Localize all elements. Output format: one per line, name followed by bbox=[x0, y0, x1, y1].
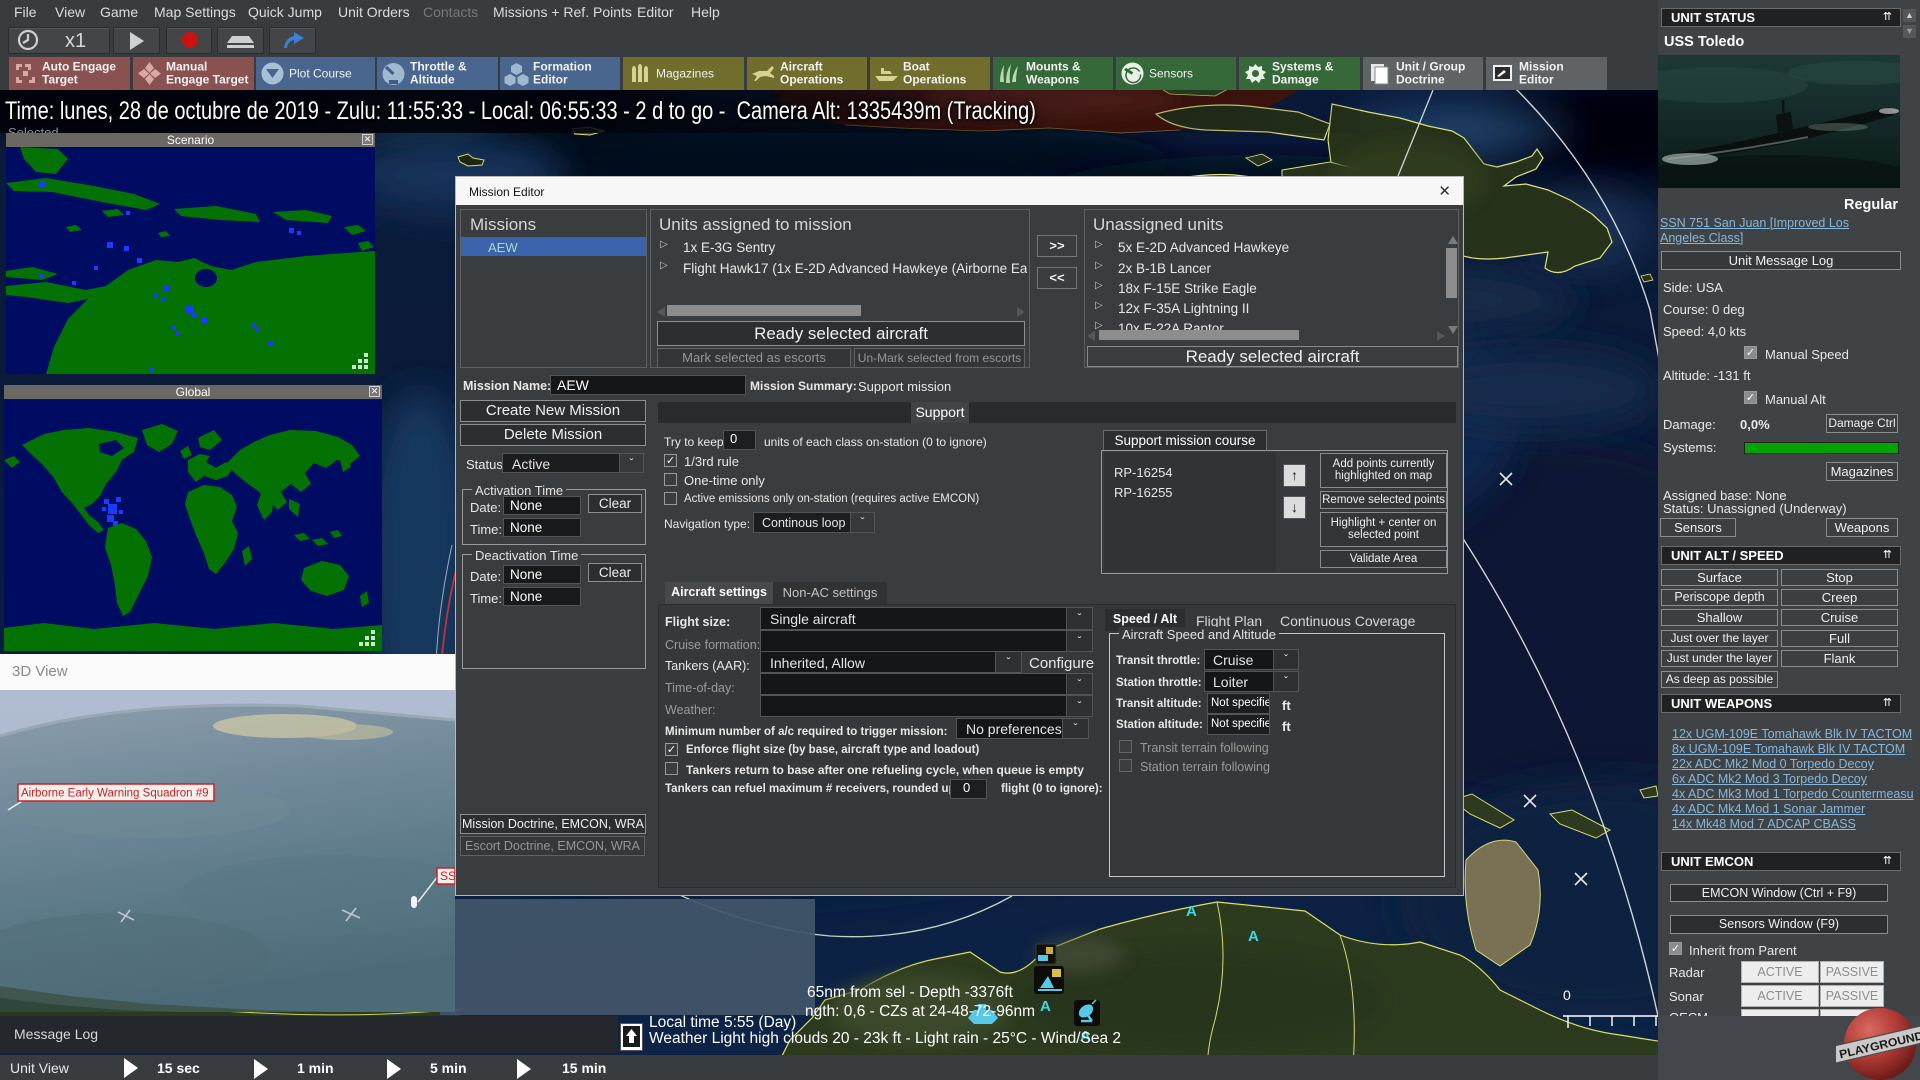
svg-text:Weather Light high clouds 20 -: Weather Light high clouds 20 - 23k ft - … bbox=[649, 1030, 1121, 1047]
svg-text:0: 0 bbox=[1563, 987, 1571, 1003]
svg-text:x1: x1 bbox=[65, 30, 86, 52]
svg-text:A: A bbox=[1248, 928, 1259, 945]
svg-text:A: A bbox=[1040, 998, 1051, 1015]
svg-text:A: A bbox=[1186, 903, 1197, 920]
svg-text:Local time 5:55 (Day): Local time 5:55 (Day) bbox=[649, 1014, 796, 1031]
svg-text:65nm from sel - Depth -3376ft: 65nm from sel - Depth -3376ft bbox=[807, 984, 1014, 1001]
svg-text:Airborne Early Warning Squadro: Airborne Early Warning Squadron #9 bbox=[21, 788, 209, 800]
svg-text:SS: SS bbox=[440, 869, 455, 883]
svg-text:ngth: 0,6 - CZs at 24-48-72-96: ngth: 0,6 - CZs at 24-48-72-96nm bbox=[805, 1003, 1035, 1020]
